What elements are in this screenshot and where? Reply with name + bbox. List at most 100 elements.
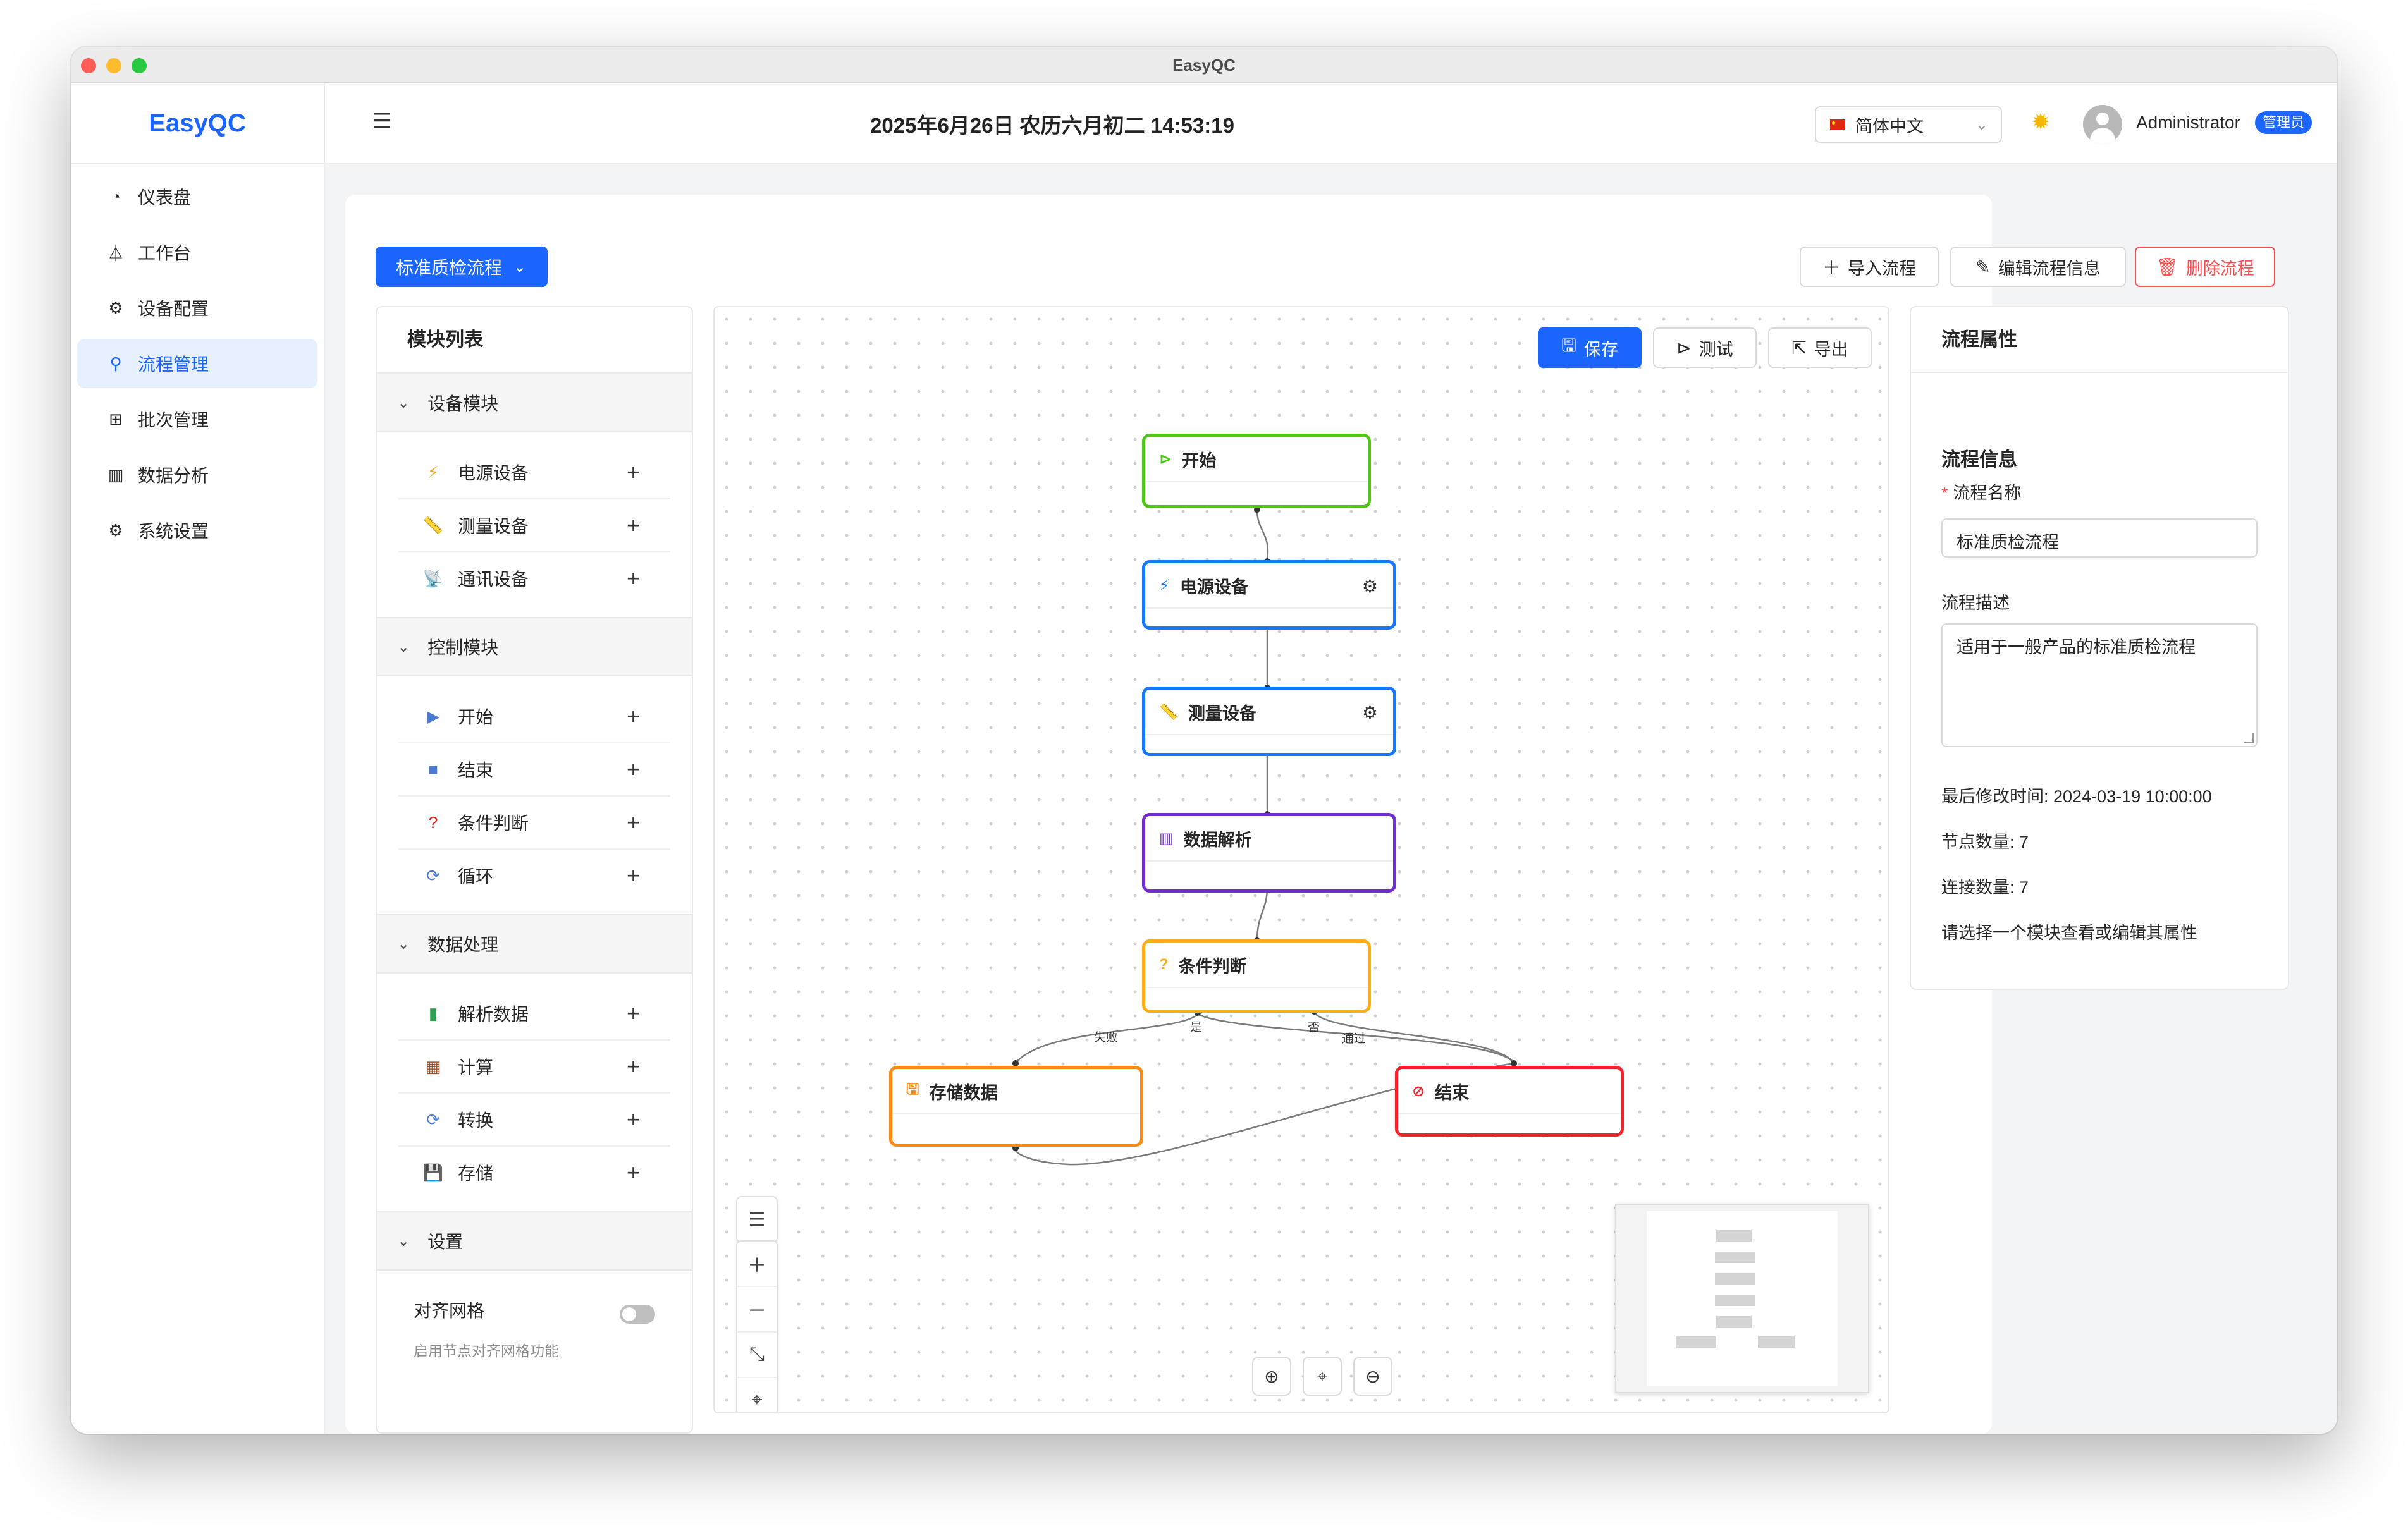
edit-flow-button[interactable]: ✎ 编辑流程信息 — [1950, 247, 2126, 287]
flow-description-textarea[interactable]: 适用于一般产品的标准质检流程 — [1941, 623, 2258, 747]
module-item[interactable]: ■ 结束 + — [398, 743, 670, 797]
settings-section-header[interactable]: ⌄ 设置 — [377, 1211, 692, 1271]
play-circle-icon: ⊳ — [1159, 450, 1172, 468]
flow-canvas[interactable]: 🖫 保存 ⊳ 测试 ⇱ 导出 ⊳ 开始 ⚡ 电源设备 ⚙ 📏 测量设备 ⚙ ▥ 数据解析? 条件判断… — [713, 306, 1889, 1413]
sidebar-item-label: 设备配置 — [138, 299, 209, 319]
china-flag-icon — [1830, 119, 1845, 130]
edge-start-power[interactable] — [1256, 509, 1269, 562]
stop-circle-icon: ⊘ — [1412, 1082, 1425, 1100]
sidebar-item-1[interactable]: ⏃ 工作台 — [77, 228, 317, 277]
flow-node-start[interactable]: ⊳ 开始 — [1142, 434, 1371, 508]
zoom-in-magnifier-icon[interactable]: ⊕ — [1252, 1357, 1291, 1396]
brand-logo[interactable]: EasyQC — [71, 83, 324, 164]
flow-node-parse[interactable]: ▥ 数据解析 — [1142, 813, 1396, 893]
add-module-plus-icon[interactable]: + — [627, 512, 640, 539]
section-header-0[interactable]: ⌄ 设备模块 — [377, 373, 692, 432]
settings-icon: ⚙ — [108, 520, 123, 540]
sidebar-item-2[interactable]: ⚙ 设备配置 — [77, 283, 317, 333]
test-button[interactable]: ⊳ 测试 — [1653, 327, 1757, 368]
import-flow-button[interactable]: ＋ 导入流程 — [1800, 247, 1939, 287]
flow-node-store[interactable]: 🖫 存储数据 — [889, 1066, 1143, 1147]
add-module-plus-icon[interactable]: + — [627, 756, 640, 783]
add-module-plus-icon[interactable]: + — [627, 1000, 640, 1027]
chevron-down-icon: ⌄ — [397, 394, 410, 412]
snap-grid-toggle[interactable] — [620, 1305, 655, 1324]
add-module-plus-icon[interactable]: + — [627, 862, 640, 889]
flow-node-measure[interactable]: 📏 测量设备 ⚙ — [1142, 687, 1396, 756]
username[interactable]: Administrator — [2136, 113, 2240, 133]
flow-name-input[interactable]: 标准质检流程 — [1941, 518, 2258, 558]
flow-node-end[interactable]: ⊘ 结束 — [1395, 1066, 1624, 1137]
fit-view-icon[interactable]: ⤡ — [737, 1333, 777, 1378]
section-header-1[interactable]: ⌄ 控制模块 — [377, 617, 692, 676]
list-view-icon[interactable]: ☰ — [737, 1197, 777, 1242]
avatar[interactable] — [2083, 105, 2122, 144]
delete-flow-button[interactable]: 🗑 删除流程 — [2135, 247, 2275, 287]
node-settings-gear-icon[interactable]: ⚙ — [1362, 576, 1378, 597]
flow-node-label: 条件判断 — [1178, 956, 1247, 976]
lightning-icon: ⚡ — [427, 462, 439, 482]
flow-node-header: 📏 测量设备 — [1145, 690, 1393, 735]
module-item[interactable]: 💾 存储 + — [398, 1147, 670, 1199]
minimap-node — [1716, 1230, 1752, 1242]
module-item[interactable]: ? 条件判断 + — [398, 797, 670, 850]
sidebar-item-label: 数据分析 — [138, 466, 209, 485]
node-settings-gear-icon[interactable]: ⚙ — [1362, 702, 1378, 723]
flow-node-header: ⚡ 电源设备 — [1145, 563, 1393, 609]
sidebar-item-4[interactable]: ⊞ 批次管理 — [77, 394, 317, 444]
sidebar-item-3[interactable]: ⚲ 流程管理 — [77, 339, 317, 388]
edit-flow-label: 编辑流程信息 — [1998, 259, 2101, 278]
snap-grid-label: 对齐网格 — [414, 1301, 485, 1321]
question-icon: ? — [428, 812, 438, 832]
module-item[interactable]: 📡 通讯设备 + — [398, 552, 670, 604]
flow-node-cond[interactable]: ? 条件判断 — [1142, 939, 1371, 1013]
module-item-label: 通讯设备 — [458, 570, 529, 589]
module-list-title: 模块列表 — [377, 307, 692, 373]
sidebar-item-6[interactable]: ⚙ 系统设置 — [77, 506, 317, 555]
zoom-out-magnifier-icon[interactable]: ⊖ — [1353, 1357, 1392, 1396]
play-circle-icon: ⊳ — [1676, 338, 1692, 358]
module-list-panel: 模块列表 ⌄ 设备模块 ⚡ 电源设备 + 📏 测量设备 + 📡 通讯设备 + ⌄ 控制模块 ▶ 开始 + ■ 结束… — [376, 306, 693, 1434]
module-item[interactable]: ⟳ 转换 + — [398, 1094, 670, 1147]
zoom-out-icon[interactable]: － — [737, 1287, 777, 1333]
module-item[interactable]: ▶ 开始 + — [398, 690, 670, 743]
properties-panel: 流程属性 流程信息 * 流程名称 标准质检流程 流程描述 适用于一般产品的标准质检… — [1910, 306, 2289, 990]
save-icon: 🖫 — [906, 1080, 919, 1098]
ruler-icon: 📏 — [422, 515, 444, 535]
flow-select-dropdown[interactable]: 标准质检流程 ⌄ — [376, 247, 548, 287]
add-module-plus-icon[interactable]: + — [627, 459, 640, 485]
sidebar-item-0[interactable]: ◔ 仪表盘 — [77, 172, 317, 221]
export-button[interactable]: ⇱ 导出 — [1768, 327, 1872, 368]
add-module-plus-icon[interactable]: + — [627, 1106, 640, 1133]
sidebar: EasyQC ◔ 仪表盘 ⏃ 工作台 ⚙ 设备配置 ⚲ 流程管理 ⊞ 批次管理 ▥ 数据分析 ⚙ 系统设置 — [71, 83, 325, 1434]
menu-collapse-icon[interactable]: ☰ — [371, 110, 393, 133]
center-view-icon[interactable]: ⌖ — [1303, 1357, 1342, 1396]
module-item[interactable]: ▦ 计算 + — [398, 1041, 670, 1094]
add-module-plus-icon[interactable]: + — [627, 1053, 640, 1080]
sidebar-item-5[interactable]: ▥ 数据分析 — [77, 450, 317, 499]
module-item[interactable]: ▮ 解析数据 + — [398, 987, 670, 1041]
lightning-icon: ⚡ — [1159, 577, 1170, 594]
add-module-plus-icon[interactable]: + — [627, 565, 640, 592]
language-select[interactable]: 简体中文 ⌄ — [1815, 106, 2002, 143]
test-label: 测试 — [1698, 339, 1733, 359]
minimap-viewport — [1647, 1211, 1838, 1386]
flow-node-power[interactable]: ⚡ 电源设备 ⚙ — [1142, 560, 1396, 630]
add-module-plus-icon[interactable]: + — [627, 1159, 640, 1186]
module-item[interactable]: 📏 测量设备 + — [398, 499, 670, 552]
minimap-node — [1716, 1316, 1752, 1328]
add-module-plus-icon[interactable]: + — [627, 809, 640, 836]
module-item[interactable]: ⟳ 循环 + — [398, 850, 670, 901]
section-header-2[interactable]: ⌄ 数据处理 — [377, 914, 692, 974]
flow-description-label: 流程描述 — [1941, 594, 2010, 613]
zoom-in-icon[interactable]: ＋ — [737, 1242, 777, 1287]
save-button[interactable]: 🖫 保存 — [1538, 327, 1642, 368]
module-item-label: 测量设备 — [458, 516, 529, 536]
add-module-plus-icon[interactable]: + — [627, 703, 640, 729]
edge-parse-cond[interactable] — [1256, 887, 1268, 941]
minimap[interactable] — [1615, 1204, 1869, 1393]
locate-icon[interactable]: ⌖ — [737, 1378, 777, 1412]
module-item[interactable]: ⚡ 电源设备 + — [398, 446, 670, 499]
current-datetime: 2025年6月26日 农历六月初二 14:53:19 — [870, 114, 1234, 137]
theme-toggle-sun-icon[interactable]: ✹ — [2031, 109, 2050, 135]
